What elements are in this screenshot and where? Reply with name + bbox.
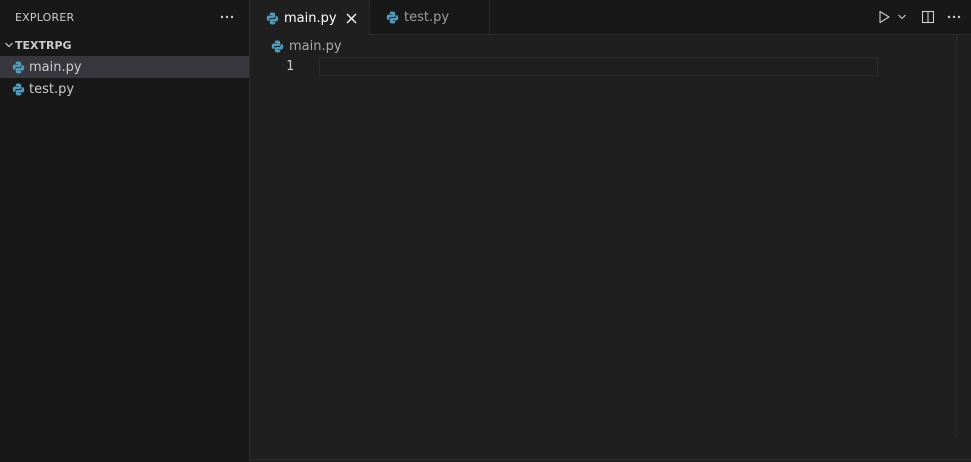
code-editor[interactable]: 1 (250, 35, 971, 438)
folder-label: TEXTRPG (15, 38, 72, 52)
code-line[interactable]: 1 (250, 57, 878, 76)
tab-label: main.py (284, 10, 337, 26)
file-item-main-py[interactable]: main.py (0, 56, 249, 78)
python-icon (270, 39, 284, 53)
run-icon[interactable] (877, 7, 891, 27)
chevron-down-icon (2, 39, 15, 52)
editor-actions (877, 0, 961, 34)
scrollbar[interactable] (956, 35, 971, 438)
explorer-sidebar: EXPLORER TEXTRPG main.py test.py (0, 0, 250, 462)
close-icon[interactable] (343, 10, 359, 26)
split-editor-icon[interactable] (921, 7, 935, 27)
tab-bar: main.py test.py (250, 0, 971, 35)
folder-textrpg[interactable]: TEXTRPG (0, 34, 249, 56)
python-icon (11, 60, 25, 74)
file-label: main.py (29, 59, 82, 75)
explorer-title: EXPLORER (15, 10, 75, 24)
file-label: test.py (29, 81, 75, 97)
divider (250, 459, 971, 460)
python-icon (385, 10, 399, 24)
vscode-window: EXPLORER TEXTRPG main.py test.py main.py… (0, 0, 971, 462)
python-icon (11, 82, 25, 96)
ellipsis-icon[interactable] (219, 9, 235, 25)
tab-label: test.py (404, 9, 450, 25)
file-item-test-py[interactable]: test.py (0, 78, 249, 100)
chevron-down-icon[interactable] (897, 7, 907, 27)
current-line-highlight[interactable] (319, 57, 878, 76)
editor-group: main.py test.py main.py 1 (250, 0, 971, 462)
explorer-header: EXPLORER (0, 0, 249, 34)
line-number: 1 (286, 59, 294, 74)
tab-main-py[interactable]: main.py (250, 0, 370, 35)
ellipsis-icon[interactable] (947, 7, 961, 27)
breadcrumb-file[interactable]: main.py (289, 39, 342, 54)
breadcrumb[interactable]: main.py (250, 35, 971, 57)
tab-test-py[interactable]: test.py (370, 0, 490, 34)
python-icon (265, 11, 279, 25)
